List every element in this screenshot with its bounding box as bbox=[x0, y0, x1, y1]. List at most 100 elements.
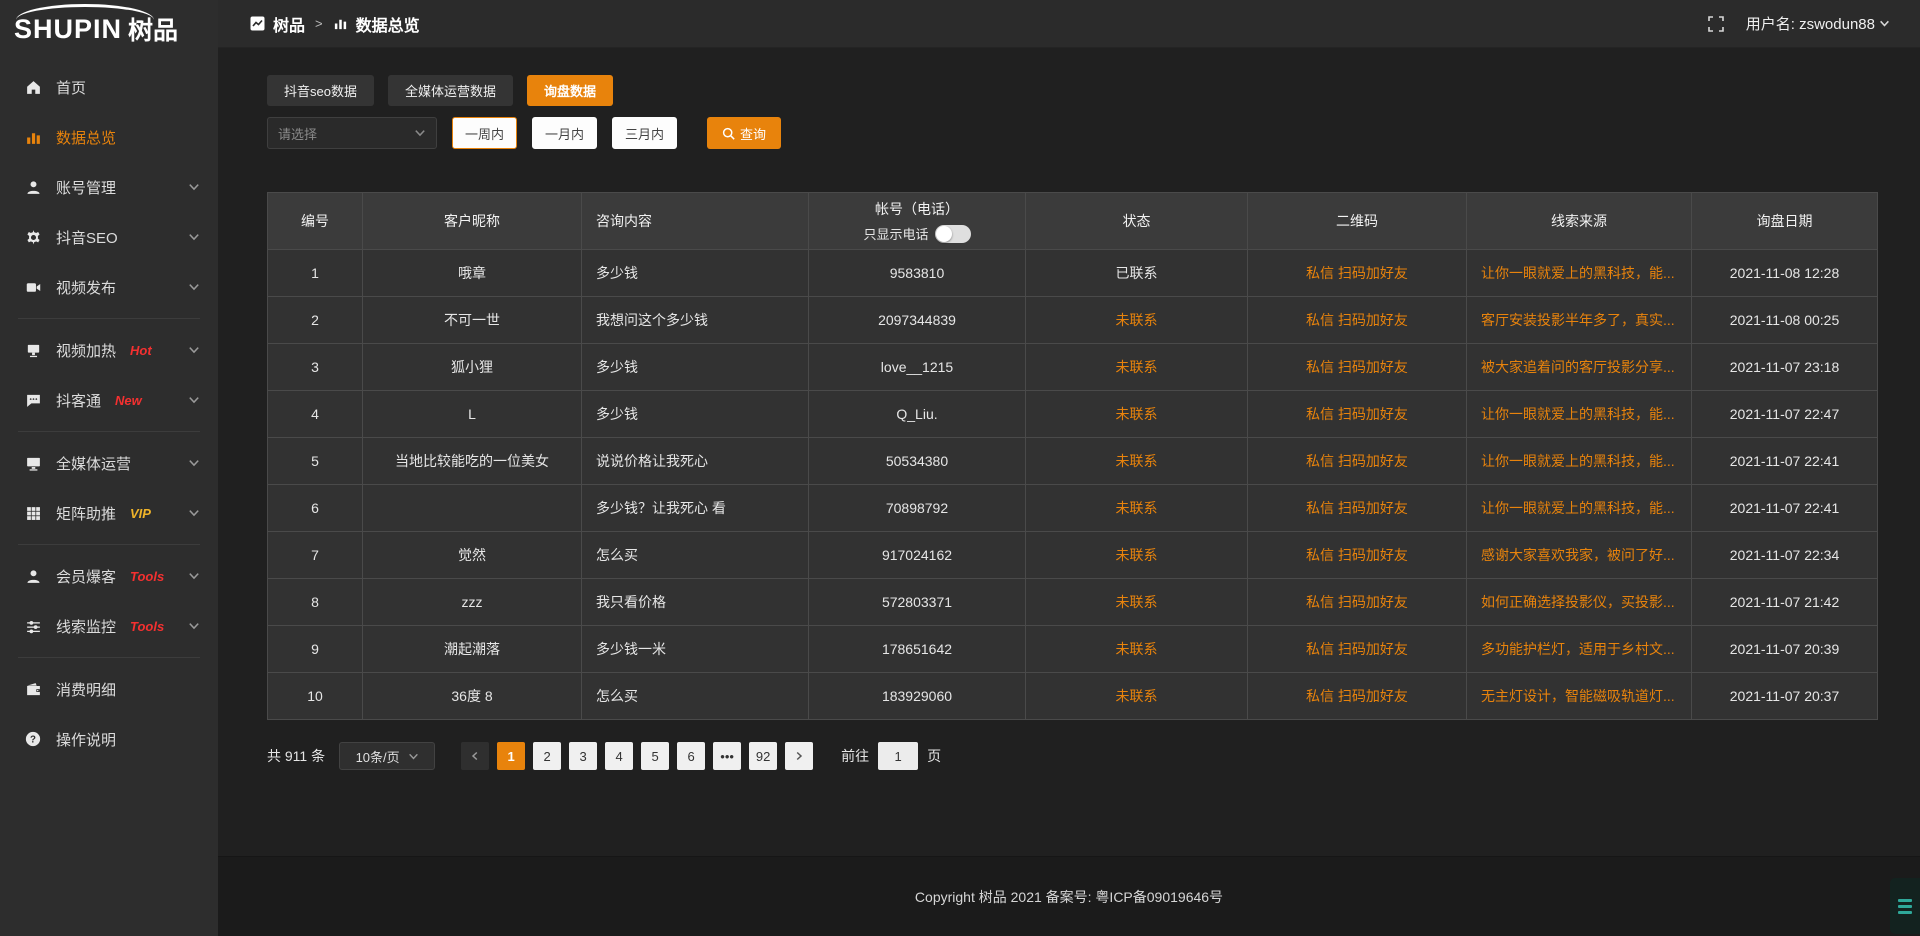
date-range-button[interactable]: 三月内 bbox=[612, 117, 677, 149]
cell-source-link[interactable]: 如何正确选择投影仪，买投影... bbox=[1467, 579, 1691, 625]
cell-account: 50534380 bbox=[809, 438, 1025, 484]
date-range-group: 一周内一月内三月内 bbox=[452, 117, 677, 149]
cell-date: 2021-11-07 21:42 bbox=[1692, 579, 1877, 625]
question-icon: ? bbox=[24, 730, 42, 748]
cell-qrcode-link[interactable]: 私信 扫码加好友 bbox=[1248, 532, 1466, 578]
cell-nickname: 当地比较能吃的一位美女 bbox=[363, 438, 581, 484]
cell-date: 2021-11-08 00:25 bbox=[1692, 297, 1877, 343]
cell-id: 6 bbox=[268, 485, 362, 531]
floating-widget[interactable] bbox=[1890, 878, 1920, 934]
table-row: 6 多少钱？让我死心 看 70898792 未联系 私信 扫码加好友 让你一眼就… bbox=[268, 485, 1877, 531]
logo: SHUPIN 树品 bbox=[0, 0, 218, 58]
cell-source-link[interactable]: 让你一眼就爱上的黑科技，能... bbox=[1467, 485, 1691, 531]
chevron-down-icon bbox=[188, 281, 200, 293]
sidebar-item-label: 线索监控 bbox=[56, 616, 116, 637]
sidebar-item-expense[interactable]: 消费明细 bbox=[0, 664, 218, 714]
filter-select[interactable]: 请选择 bbox=[267, 117, 437, 149]
cell-source-link[interactable]: 感谢大家喜欢我家，被问了好... bbox=[1467, 532, 1691, 578]
table-row: 1 哦章 多少钱 9583810 已联系 私信 扫码加好友 让你一眼就爱上的黑科… bbox=[268, 250, 1877, 296]
query-button-label: 查询 bbox=[740, 124, 766, 143]
cell-content: 多少钱 bbox=[582, 391, 808, 437]
table-header-row: 编号 客户昵称 咨询内容 帐号（电话） 只显示电话 状态 二维码 线索来源 询盘… bbox=[268, 193, 1877, 249]
page-number-button[interactable]: 3 bbox=[569, 742, 597, 770]
cell-qrcode-link[interactable]: 私信 扫码加好友 bbox=[1248, 297, 1466, 343]
cell-nickname: 狐小狸 bbox=[363, 344, 581, 390]
fullscreen-icon[interactable] bbox=[1708, 16, 1724, 32]
breadcrumb-root[interactable]: 树品 bbox=[273, 12, 305, 36]
copyright-text: Copyright 树品 2021 备案号: 粤ICP备09019646号 bbox=[915, 887, 1223, 907]
sidebar-item-home[interactable]: 首页 bbox=[0, 62, 218, 112]
cell-nickname: 不可一世 bbox=[363, 297, 581, 343]
tab-0[interactable]: 抖音seo数据 bbox=[267, 75, 374, 106]
sidebar-item-clue[interactable]: 线索监控 Tools bbox=[0, 601, 218, 651]
cell-source-link[interactable]: 无主灯设计，智能磁吸轨道灯... bbox=[1467, 673, 1691, 719]
cell-id: 1 bbox=[268, 250, 362, 296]
filter-select-placeholder: 请选择 bbox=[278, 124, 317, 143]
cell-status: 未联系 bbox=[1026, 626, 1247, 672]
col-header-account: 帐号（电话） 只显示电话 bbox=[809, 193, 1025, 249]
cell-nickname: 潮起潮落 bbox=[363, 626, 581, 672]
cell-qrcode-link[interactable]: 私信 扫码加好友 bbox=[1248, 626, 1466, 672]
cell-date: 2021-11-07 20:39 bbox=[1692, 626, 1877, 672]
cell-qrcode-link[interactable]: 私信 扫码加好友 bbox=[1248, 391, 1466, 437]
cell-qrcode-link[interactable]: 私信 扫码加好友 bbox=[1248, 344, 1466, 390]
date-range-button[interactable]: 一周内 bbox=[452, 117, 517, 149]
page-number-button[interactable]: 5 bbox=[641, 742, 669, 770]
sidebar-item-video-pub[interactable]: 视频发布 bbox=[0, 262, 218, 312]
cell-date: 2021-11-08 12:28 bbox=[1692, 250, 1877, 296]
col-header-nickname: 客户昵称 bbox=[363, 193, 581, 249]
sidebar-item-member[interactable]: 会员爆客 Tools bbox=[0, 551, 218, 601]
page-number-button[interactable]: 6 bbox=[677, 742, 705, 770]
cell-qrcode-link[interactable]: 私信 扫码加好友 bbox=[1248, 438, 1466, 484]
query-button[interactable]: 查询 bbox=[707, 117, 781, 149]
cell-source-link[interactable]: 让你一眼就爱上的黑科技，能... bbox=[1467, 250, 1691, 296]
page-size-select[interactable]: 10条/页 bbox=[339, 742, 435, 770]
table-row: 9 潮起潮落 多少钱一米 178651642 未联系 私信 扫码加好友 多功能护… bbox=[268, 626, 1877, 672]
sidebar-item-account[interactable]: 账号管理 bbox=[0, 162, 218, 212]
sidebar-item-omni-media[interactable]: 全媒体运营 bbox=[0, 438, 218, 488]
goto-page-input[interactable] bbox=[878, 742, 918, 770]
user-icon bbox=[24, 178, 42, 196]
sidebar-item-douketong[interactable]: 抖客通 New bbox=[0, 375, 218, 425]
cell-source-link[interactable]: 让你一眼就爱上的黑科技，能... bbox=[1467, 391, 1691, 437]
cell-qrcode-link[interactable]: 私信 扫码加好友 bbox=[1248, 485, 1466, 531]
cell-qrcode-link[interactable]: 私信 扫码加好友 bbox=[1248, 250, 1466, 296]
cell-account: 178651642 bbox=[809, 626, 1025, 672]
cell-source-link[interactable]: 让你一眼就爱上的黑科技，能... bbox=[1467, 438, 1691, 484]
more-pages-button[interactable]: ••• bbox=[713, 742, 741, 770]
tab-2[interactable]: 询盘数据 bbox=[527, 75, 613, 106]
topbar: 树品 > 数据总览 用户名: zswodun88 bbox=[218, 0, 1920, 48]
cell-status: 未联系 bbox=[1026, 673, 1247, 719]
sidebar-item-badge: Tools bbox=[130, 619, 164, 634]
page-number-button[interactable]: 1 bbox=[497, 742, 525, 770]
breadcrumb-separator: > bbox=[313, 16, 325, 31]
cell-source-link[interactable]: 多功能护栏灯，适用于乡村文... bbox=[1467, 626, 1691, 672]
user-menu[interactable]: 用户名: zswodun88 bbox=[1746, 13, 1890, 34]
prev-page-button[interactable] bbox=[461, 742, 489, 770]
chevron-down-icon bbox=[1879, 18, 1890, 29]
chevron-down-icon bbox=[188, 231, 200, 243]
page-number-button[interactable]: 2 bbox=[533, 742, 561, 770]
cell-source-link[interactable]: 客厅安装投影半年多了，真实... bbox=[1467, 297, 1691, 343]
sidebar-item-video-heat[interactable]: 视频加热 Hot bbox=[0, 325, 218, 375]
cell-source-link[interactable]: 被大家追着问的客厅投影分享... bbox=[1467, 344, 1691, 390]
cell-nickname: zzz bbox=[363, 579, 581, 625]
main-area: 树品 > 数据总览 用户名: zswodun88 抖音seo数据全媒体运营数据询… bbox=[218, 0, 1920, 936]
sidebar-item-help[interactable]: ? 操作说明 bbox=[0, 714, 218, 764]
phone-only-toggle[interactable] bbox=[935, 225, 971, 243]
filter-bar: 请选择 一周内一月内三月内 查询 bbox=[267, 117, 1878, 149]
cell-content: 多少钱 bbox=[582, 344, 808, 390]
page-number-button[interactable]: 92 bbox=[749, 742, 777, 770]
chevron-down-icon bbox=[188, 457, 200, 469]
chevron-down-icon bbox=[188, 570, 200, 582]
cell-qrcode-link[interactable]: 私信 扫码加好友 bbox=[1248, 579, 1466, 625]
date-range-button[interactable]: 一月内 bbox=[532, 117, 597, 149]
tab-1[interactable]: 全媒体运营数据 bbox=[388, 75, 513, 106]
sidebar-item-data[interactable]: 数据总览 bbox=[0, 112, 218, 162]
next-page-button[interactable] bbox=[785, 742, 813, 770]
cell-qrcode-link[interactable]: 私信 扫码加好友 bbox=[1248, 673, 1466, 719]
monitor-icon bbox=[24, 454, 42, 472]
sidebar-item-matrix[interactable]: 矩阵助推 VIP bbox=[0, 488, 218, 538]
sidebar-item-douyin-seo[interactable]: 抖音SEO bbox=[0, 212, 218, 262]
page-number-button[interactable]: 4 bbox=[605, 742, 633, 770]
